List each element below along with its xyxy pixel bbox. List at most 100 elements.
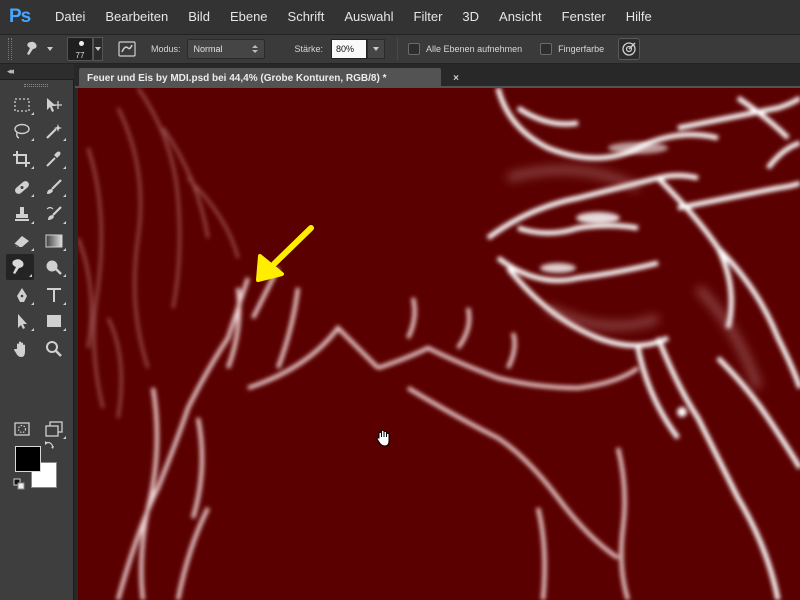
sample-all-layers-checkbox[interactable] bbox=[408, 43, 421, 55]
menu-filter[interactable]: Filter bbox=[404, 0, 453, 34]
lasso-tool[interactable] bbox=[8, 118, 36, 144]
toolbox-grip[interactable] bbox=[24, 84, 48, 87]
menu-bearbeiten[interactable]: Bearbeiten bbox=[95, 0, 178, 34]
marquee-tool[interactable] bbox=[8, 92, 36, 118]
menu-3d[interactable]: 3D bbox=[452, 0, 489, 34]
smudge-icon bbox=[12, 259, 24, 274]
document-tab-title: Feuer und Eis by MDI.psd bei 44,4% (Grob… bbox=[87, 72, 387, 84]
hand-icon bbox=[14, 341, 25, 357]
zoom-icon bbox=[46, 341, 62, 357]
strength-input[interactable]: 80% bbox=[331, 39, 368, 59]
menu-fenster[interactable]: Fenster bbox=[552, 0, 616, 34]
healing-brush-tool[interactable] bbox=[8, 174, 36, 200]
menu-schrift[interactable]: Schrift bbox=[278, 0, 335, 34]
menu-bild[interactable]: Bild bbox=[178, 0, 220, 34]
options-bar: 77 Modus: Normal Stärke: 80% Alle Ebenen… bbox=[0, 34, 800, 64]
brush-tip-icon bbox=[79, 41, 84, 46]
pen-icon bbox=[17, 288, 27, 302]
eraser-tool[interactable] bbox=[8, 228, 36, 254]
mode-select[interactable]: Normal bbox=[186, 39, 265, 59]
divider bbox=[397, 38, 399, 60]
dodge-tool[interactable] bbox=[40, 254, 68, 280]
type-tool[interactable] bbox=[40, 282, 68, 308]
rectangle-icon bbox=[47, 315, 61, 327]
path-selection-icon bbox=[18, 314, 27, 329]
quick-mask-button[interactable] bbox=[8, 416, 36, 442]
finger-painting-label: Fingerfarbe bbox=[558, 44, 605, 54]
brush-tool[interactable] bbox=[40, 174, 68, 200]
rectangle-tool[interactable] bbox=[40, 308, 68, 334]
chevron-down-icon bbox=[47, 47, 53, 51]
finger-painting-checkbox[interactable] bbox=[540, 43, 553, 55]
pen-tool[interactable] bbox=[8, 282, 36, 308]
move-icon bbox=[47, 98, 62, 112]
menu-ansicht[interactable]: Ansicht bbox=[489, 0, 552, 34]
smudge-tool[interactable] bbox=[6, 254, 34, 280]
brush-picker-dropdown[interactable] bbox=[93, 37, 103, 61]
zoom-tool[interactable] bbox=[40, 336, 68, 362]
menu-hilfe[interactable]: Hilfe bbox=[616, 0, 662, 34]
eyedropper-tool[interactable] bbox=[40, 146, 68, 172]
document-tab[interactable]: Feuer und Eis by MDI.psd bei 44,4% (Grob… bbox=[79, 68, 459, 88]
gradient-tool[interactable] bbox=[40, 228, 68, 254]
magic-wand-icon bbox=[46, 124, 62, 139]
canvas-artwork bbox=[78, 88, 800, 600]
menu-ebene[interactable]: Ebene bbox=[220, 0, 278, 34]
hair-contours bbox=[78, 88, 240, 419]
bandage-icon bbox=[15, 181, 29, 194]
updown-icon bbox=[251, 45, 258, 53]
hand-tool[interactable] bbox=[8, 336, 36, 362]
history-brush-tool[interactable] bbox=[40, 201, 68, 227]
brush-size-preview[interactable]: 77 bbox=[67, 37, 93, 61]
sample-all-layers-label: Alle Ebenen aufnehmen bbox=[426, 44, 523, 54]
crop-icon bbox=[13, 151, 30, 167]
gradient-icon bbox=[45, 234, 63, 248]
brush-size-value: 77 bbox=[75, 51, 85, 60]
toolbox-header[interactable]: ◂◂ bbox=[0, 64, 74, 80]
menu-auswahl[interactable]: Auswahl bbox=[334, 0, 403, 34]
dodge-icon bbox=[46, 260, 62, 275]
tool-preset-picker[interactable] bbox=[24, 40, 53, 58]
brush-panel-icon bbox=[118, 41, 136, 57]
clone-stamp-tool[interactable] bbox=[8, 201, 36, 227]
hand-cursor-icon bbox=[376, 429, 390, 447]
history-brush-icon bbox=[46, 206, 62, 220]
screen-mode-button[interactable] bbox=[40, 416, 68, 442]
default-colors-button[interactable] bbox=[12, 477, 26, 491]
mode-label: Modus: bbox=[151, 44, 181, 54]
move-tool[interactable] bbox=[40, 92, 68, 118]
brush-panel-toggle[interactable] bbox=[117, 39, 137, 59]
document-canvas[interactable] bbox=[78, 88, 800, 600]
toolbox bbox=[0, 80, 74, 600]
lasso-icon bbox=[14, 123, 30, 139]
document-tab-bar: Feuer und Eis by MDI.psd bei 44,4% (Grob… bbox=[75, 64, 800, 88]
type-icon bbox=[47, 288, 61, 302]
chevron-down-icon bbox=[95, 47, 101, 51]
screen-mode-icon bbox=[45, 421, 63, 437]
default-colors-icon bbox=[13, 478, 25, 490]
chevron-down-icon bbox=[373, 47, 380, 51]
smudge-icon bbox=[27, 41, 37, 55]
menu-bar: Ps Datei Bearbeiten Bild Ebene Schrift A… bbox=[0, 0, 800, 34]
pressure-strength-button[interactable] bbox=[618, 38, 641, 60]
strength-label: Stärke: bbox=[294, 44, 324, 54]
menu-datei[interactable]: Datei bbox=[45, 0, 95, 34]
crop-tool[interactable] bbox=[8, 146, 36, 172]
strength-dropdown[interactable] bbox=[367, 39, 386, 59]
foreground-color-swatch[interactable] bbox=[15, 446, 41, 472]
mode-value: Normal bbox=[193, 44, 223, 54]
options-grip[interactable] bbox=[8, 38, 12, 60]
photoshop-logo: Ps bbox=[9, 6, 31, 27]
rectangular-marquee-icon bbox=[14, 98, 30, 112]
quick-mask-icon bbox=[14, 422, 30, 436]
path-selection-tool[interactable] bbox=[8, 308, 36, 334]
close-icon[interactable]: × bbox=[453, 73, 459, 84]
eyedropper-icon bbox=[46, 151, 61, 167]
collapse-icon[interactable]: ◂◂ bbox=[7, 66, 14, 77]
face-contours bbox=[486, 88, 800, 600]
pressure-icon bbox=[622, 42, 636, 56]
yellow-arrow-annotation bbox=[256, 225, 314, 282]
photoshop-window: Ps Datei Bearbeiten Bild Ebene Schrift A… bbox=[0, 0, 800, 600]
eraser-icon bbox=[13, 236, 29, 248]
magic-wand-tool[interactable] bbox=[40, 118, 68, 144]
